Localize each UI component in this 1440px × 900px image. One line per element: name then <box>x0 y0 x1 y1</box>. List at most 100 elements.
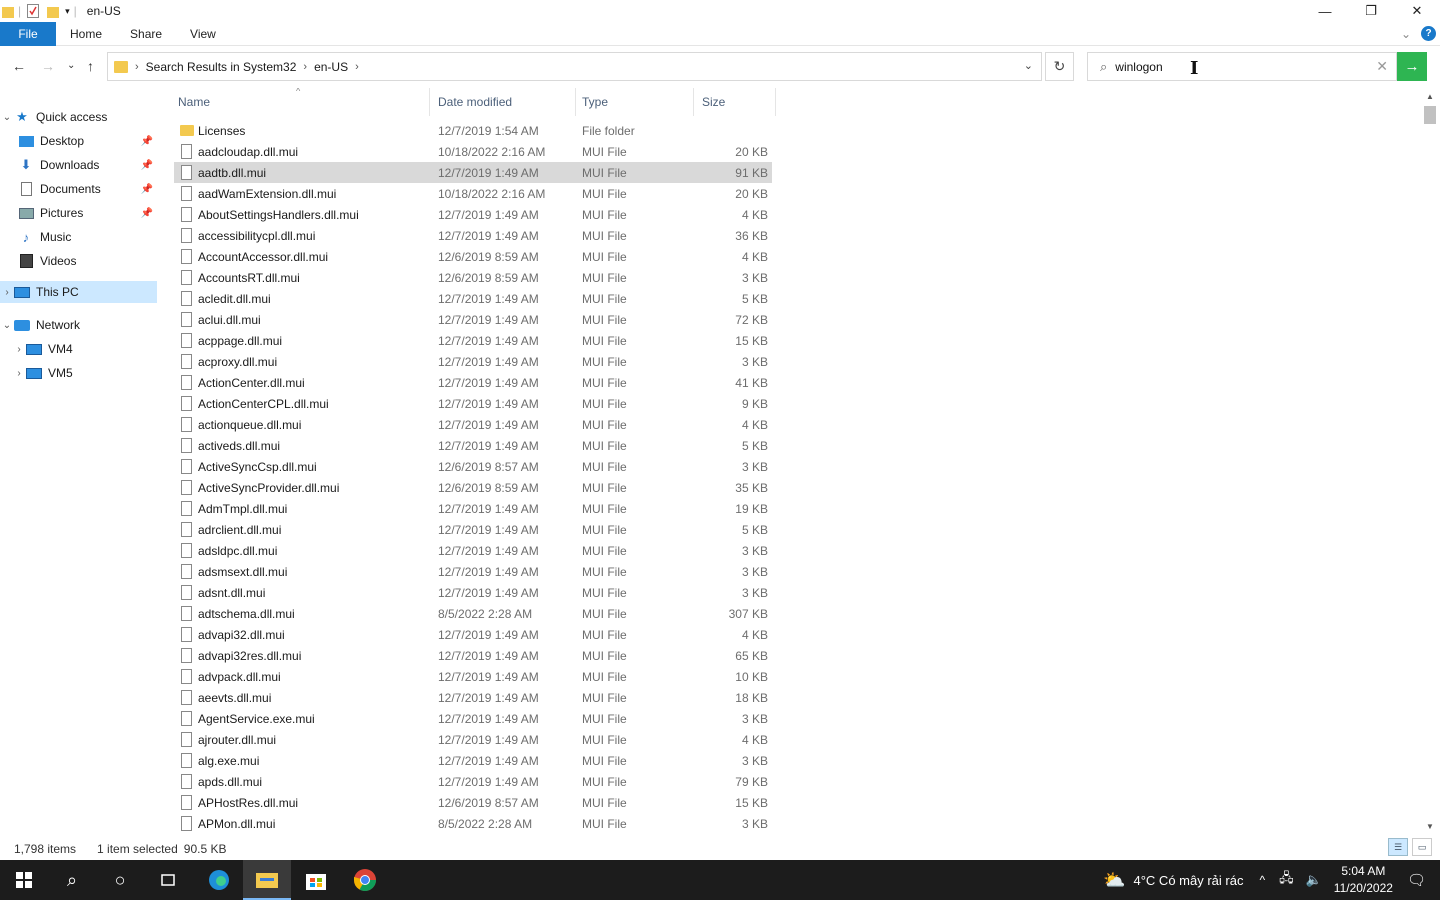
vertical-scrollbar[interactable]: ▲ ▼ <box>1422 88 1440 832</box>
sidebar-item-pictures[interactable]: Pictures 📌 <box>0 202 157 224</box>
file-row[interactable]: actionqueue.dll.mui 12/7/2019 1:49 AM MUI … <box>174 414 772 435</box>
file-row[interactable]: ActionCenter.dll.mui 12/7/2019 1:49 AM MUI… <box>174 372 772 393</box>
file-row[interactable]: AdmTmpl.dll.mui 12/7/2019 1:49 AM MUI File… <box>174 498 772 519</box>
file-row[interactable]: AgentService.exe.mui 12/7/2019 1:49 AM MUI… <box>174 708 772 729</box>
microsoft-store-icon[interactable] <box>292 860 340 900</box>
column-header-date-modified[interactable]: Date modified <box>432 88 576 116</box>
file-row[interactable]: AccountAccessor.dll.mui 12/6/2019 8:59 AM… <box>174 246 772 267</box>
column-header-name[interactable]: Name ^ <box>172 88 430 116</box>
details-view-icon[interactable]: ☰ <box>1388 838 1408 856</box>
maximize-button[interactable]: ❐ <box>1348 0 1394 22</box>
file-row[interactable]: accessibilitycpl.dll.mui 12/7/2019 1:49 A… <box>174 225 772 246</box>
notifications-icon[interactable]: 🗨 <box>1407 871 1426 889</box>
refresh-button[interactable]: ↻ <box>1045 52 1074 81</box>
file-row[interactable]: ActiveSyncCsp.dll.mui 12/6/2019 8:57 AM MU… <box>174 456 772 477</box>
weather-cloud-icon[interactable]: ⛅ <box>1103 870 1125 891</box>
sidebar-item-network[interactable]: ⌄ Network <box>0 314 157 336</box>
search-input[interactable] <box>1115 59 1346 74</box>
back-button[interactable]: ← <box>12 58 26 74</box>
file-row[interactable]: adtschema.dll.mui 8/5/2022 2:28 AM MUI Fil… <box>174 603 772 624</box>
help-icon[interactable]: ? <box>1421 26 1436 41</box>
scroll-thumb[interactable] <box>1424 106 1436 124</box>
search-icon[interactable]: ⌕ <box>48 860 96 900</box>
scroll-down-arrow-icon[interactable]: ▼ <box>1426 822 1434 831</box>
file-row[interactable]: advpack.dll.mui 12/7/2019 1:49 AM MUI File… <box>174 666 772 687</box>
expand-chevron-icon[interactable]: › <box>0 287 14 298</box>
file-row[interactable]: adsldpc.dll.mui 12/7/2019 1:49 AM MUI File… <box>174 540 772 561</box>
file-row[interactable]: APMon.dll.mui 8/5/2022 2:28 AM MUI File 3 K… <box>174 813 772 832</box>
search-go-button[interactable]: → <box>1397 52 1427 81</box>
file-row[interactable]: aadtb.dll.mui 12/7/2019 1:49 AM MUI File 91… <box>174 162 772 183</box>
file-row[interactable]: apds.dll.mui 12/7/2019 1:49 AM MUI File 79 … <box>174 771 772 792</box>
new-folder-icon[interactable] <box>47 4 60 18</box>
tab-home[interactable]: Home <box>56 22 116 46</box>
windows-start-icon[interactable] <box>0 860 48 900</box>
sidebar-item-videos[interactable]: Videos <box>0 250 157 272</box>
tab-file[interactable]: File <box>0 21 56 46</box>
sidebar-item-this-pc[interactable]: › This PC <box>0 281 157 303</box>
file-row[interactable]: AccountsRT.dll.mui 12/6/2019 8:59 AM MUI F… <box>174 267 772 288</box>
file-row[interactable]: ActiveSyncProvider.dll.mui 12/6/2019 8:59… <box>174 477 772 498</box>
collapse-chevron-icon[interactable]: ⌄ <box>0 112 14 123</box>
clear-search-button[interactable]: ✕ <box>1376 58 1388 75</box>
sidebar-item-vm4[interactable]: › VM4 <box>0 338 157 360</box>
sidebar-item-music[interactable]: ♪ Music <box>0 226 157 248</box>
sidebar-item-desktop[interactable]: Desktop 📌 <box>0 130 157 152</box>
breadcrumb-separator[interactable]: › <box>355 61 359 73</box>
file-row[interactable]: acproxy.dll.mui 12/7/2019 1:49 AM MUI File… <box>174 351 772 372</box>
up-button[interactable]: ↑ <box>87 58 94 74</box>
sidebar-item-documents[interactable]: Documents 📌 <box>0 178 157 200</box>
column-header-size[interactable]: Size <box>696 88 776 116</box>
file-row[interactable]: acppage.dll.mui 12/7/2019 1:49 AM MUI File… <box>174 330 772 351</box>
address-bar[interactable]: › Search Results in System32 › en-US › ⌄ <box>107 52 1042 81</box>
file-row[interactable]: adrclient.dll.mui 12/7/2019 1:49 AM MUI Fi… <box>174 519 772 540</box>
sidebar-item-vm5[interactable]: › VM5 <box>0 362 157 384</box>
file-row[interactable]: aclui.dll.mui 12/7/2019 1:49 AM MUI File 72… <box>174 309 772 330</box>
file-row[interactable]: activeds.dll.mui 12/7/2019 1:49 AM MUI Fil… <box>174 435 772 456</box>
customize-quick-access-icon[interactable]: ▾ <box>65 6 70 17</box>
file-explorer-icon[interactable] <box>243 860 291 900</box>
sidebar-item-quick-access[interactable]: ⌄ ★ Quick access <box>0 106 157 128</box>
address-dropdown-icon[interactable]: ⌄ <box>1024 59 1033 72</box>
task-view-icon[interactable] <box>144 860 192 900</box>
minimize-button[interactable]: — <box>1302 0 1348 22</box>
sidebar-item-downloads[interactable]: ⬇ Downloads 📌 <box>0 154 157 176</box>
show-hidden-icons-chevron-icon[interactable]: ^ <box>1259 873 1265 887</box>
file-row[interactable]: ActionCenterCPL.dll.mui 12/7/2019 1:49 AM… <box>174 393 772 414</box>
network-status-icon[interactable]: 🖧 <box>1279 869 1294 891</box>
expand-chevron-icon[interactable]: › <box>12 344 26 355</box>
clock[interactable]: 5:04 AM 11/20/2022 <box>1334 863 1393 897</box>
file-row[interactable]: Licenses 12/7/2019 1:54 AM File folder <box>174 120 772 141</box>
breadcrumb-separator[interactable]: › <box>135 61 139 73</box>
recent-locations-button[interactable]: ⌄ <box>67 60 75 71</box>
edge-browser-icon[interactable] <box>195 860 243 900</box>
expand-ribbon-icon[interactable]: ⌄ <box>1401 27 1411 41</box>
file-row[interactable]: adsmsext.dll.mui 12/7/2019 1:49 AM MUI Fil… <box>174 561 772 582</box>
forward-button[interactable]: → <box>41 58 55 74</box>
breadcrumb-en-us[interactable]: en-US <box>314 60 348 74</box>
file-row[interactable]: adsnt.dll.mui 12/7/2019 1:49 AM MUI File 3 … <box>174 582 772 603</box>
search-box[interactable]: ⌕ ✕ <box>1087 52 1397 81</box>
volume-icon[interactable]: 🔈 <box>1306 872 1322 888</box>
file-row[interactable]: ajrouter.dll.mui 12/7/2019 1:49 AM MUI Fil… <box>174 729 772 750</box>
cortana-icon[interactable]: ○ <box>96 860 144 900</box>
chrome-browser-icon[interactable] <box>341 860 389 900</box>
properties-icon[interactable] <box>27 4 40 18</box>
tab-view[interactable]: View <box>176 22 230 46</box>
breadcrumb-separator[interactable]: › <box>303 61 307 73</box>
file-row[interactable]: alg.exe.mui 12/7/2019 1:49 AM MUI File 3 KB <box>174 750 772 771</box>
column-header-type[interactable]: Type <box>576 88 694 116</box>
scroll-up-arrow-icon[interactable]: ▲ <box>1426 92 1434 101</box>
file-row[interactable]: aeevts.dll.mui 12/7/2019 1:49 AM MUI File 1… <box>174 687 772 708</box>
file-row[interactable]: aadWamExtension.dll.mui 10/18/2022 2:16 A… <box>174 183 772 204</box>
expand-chevron-icon[interactable]: › <box>12 368 26 379</box>
breadcrumb-search-results[interactable]: Search Results in System32 <box>146 60 297 74</box>
file-row[interactable]: advapi32.dll.mui 12/7/2019 1:49 AM MUI Fil… <box>174 624 772 645</box>
file-row[interactable]: AboutSettingsHandlers.dll.mui 12/7/2019 1… <box>174 204 772 225</box>
close-button[interactable]: ✕ <box>1394 0 1440 22</box>
file-row[interactable]: APHostRes.dll.mui 12/6/2019 8:57 AM MUI Fi… <box>174 792 772 813</box>
weather-text[interactable]: 4°C Có mây rải rác <box>1134 873 1244 888</box>
large-icons-view-icon[interactable]: ▭ <box>1412 838 1432 856</box>
collapse-chevron-icon[interactable]: ⌄ <box>0 320 14 331</box>
file-row[interactable]: advapi32res.dll.mui 12/7/2019 1:49 AM MUI … <box>174 645 772 666</box>
